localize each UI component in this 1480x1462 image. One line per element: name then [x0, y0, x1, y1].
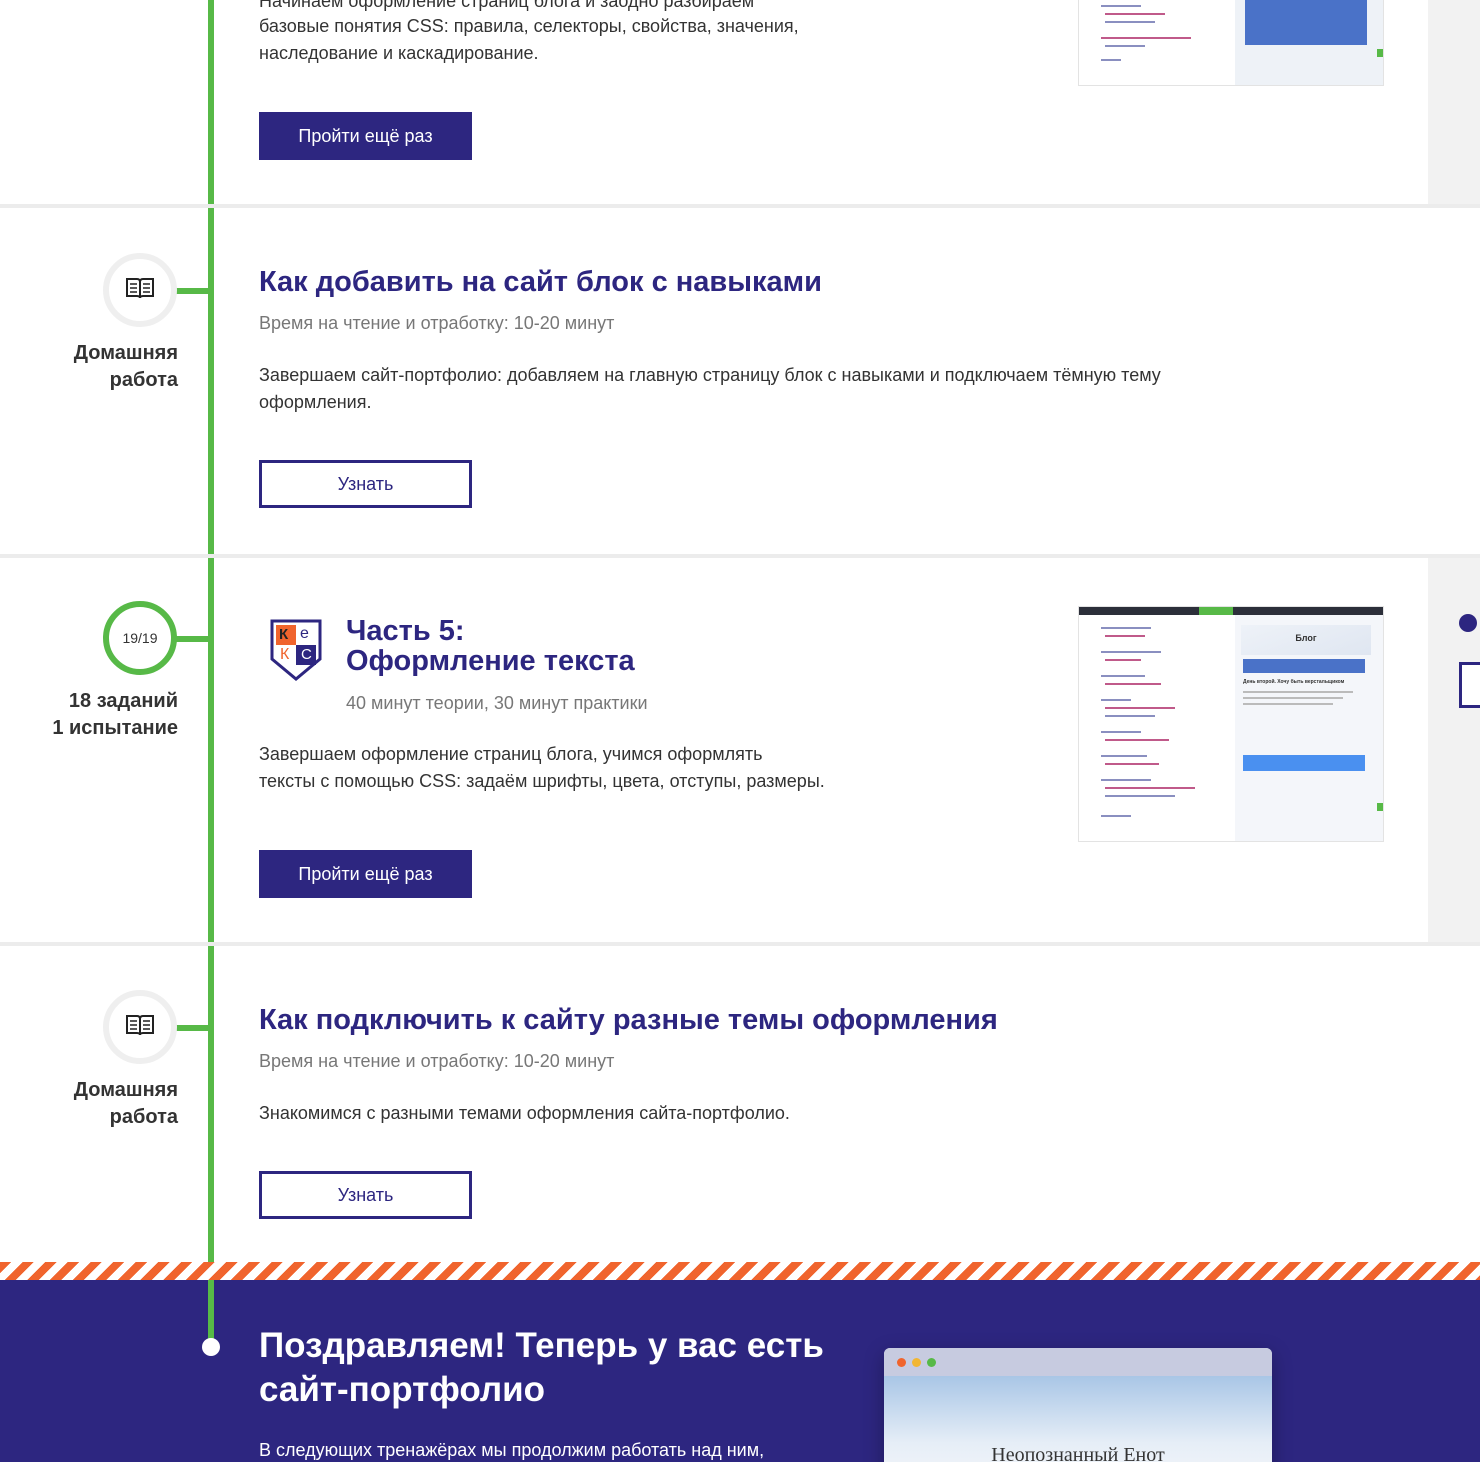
- tasks-label: 18 заданий 1 испытание: [52, 690, 178, 739]
- retry-button[interactable]: Пройти ещё раз: [259, 112, 472, 160]
- preview-blog-title: Блог: [1295, 633, 1317, 643]
- logo-letter-k2: К: [280, 646, 290, 663]
- logo-letter-k1: К: [279, 626, 289, 643]
- homework-description-line-2: оформления.: [259, 392, 372, 412]
- timeline-connector: [172, 1025, 210, 1031]
- portfolio-preview-window: Неопознанный Енот: [884, 1348, 1272, 1462]
- window-maximize-dot: [927, 1358, 936, 1367]
- homework-title[interactable]: Как добавить на сайт блок с навыками: [259, 266, 822, 299]
- timeline-connector: [172, 288, 210, 294]
- part-description-line-2: наследование и каскадирование.: [259, 43, 539, 63]
- keks-logo: К е К С: [270, 619, 322, 681]
- timeline-line-segment: [208, 946, 214, 1262]
- course-part-5: 19/19 18 заданий 1 испытание К е К С Час…: [0, 558, 1480, 942]
- timeline-connector: [172, 636, 210, 642]
- lesson-preview-image: Блог День второй. Хочу быть верстальщико…: [1078, 606, 1384, 842]
- completion-banner: Поздравляем! Теперь у вас есть сайт-порт…: [0, 1262, 1480, 1462]
- window-close-dot: [897, 1358, 906, 1367]
- logo-letter-e: е: [300, 625, 309, 642]
- lesson-preview-image: [1078, 0, 1384, 86]
- progress-node: 19/19: [103, 601, 177, 675]
- side-panel: [1428, 0, 1480, 204]
- homework-label: Домашняя работа: [73, 1079, 178, 1128]
- timeline-end-dot: [202, 1338, 220, 1356]
- window-minimize-dot: [912, 1358, 921, 1367]
- part-description-line-2: тексты с помощью CSS: задаём шрифты, цве…: [259, 771, 825, 791]
- preview-post-heading: День второй. Хочу быть верстальщиком: [1243, 679, 1345, 685]
- completion-description: В следующих тренажёрах мы продолжим рабо…: [259, 1440, 765, 1460]
- retry-button[interactable]: Пройти ещё раз: [259, 850, 472, 898]
- side-box: [1459, 662, 1480, 708]
- homework-themes-block: Домашняя работа Как подключить к сайту р…: [0, 946, 1480, 1262]
- book-icon: [125, 276, 155, 305]
- homework-node: [103, 253, 177, 327]
- homework-node: [103, 990, 177, 1064]
- completion-title: Поздравляем! Теперь у вас есть сайт-порт…: [259, 1326, 824, 1409]
- timeline-line-segment: [208, 208, 214, 554]
- learn-button[interactable]: Узнать: [259, 1171, 472, 1219]
- learn-button[interactable]: Узнать: [259, 460, 472, 508]
- course-part-previous: Начинаем оформление страниц блога и заод…: [0, 0, 1480, 204]
- timeline-line-segment: [208, 558, 214, 942]
- logo-letter-s: С: [301, 646, 312, 663]
- part-description-line-1: Завершаем оформление страниц блога, учим…: [259, 744, 763, 764]
- homework-title[interactable]: Как подключить к сайту разные темы оформ…: [259, 1004, 998, 1037]
- homework-skills-block: Домашняя работа Как добавить на сайт бло…: [0, 208, 1480, 554]
- timeline-line-segment: [208, 0, 214, 204]
- homework-description: Знакомимся с разными темами оформления с…: [259, 1103, 790, 1123]
- homework-duration: Время на чтение и отработку: 10-20 минут: [259, 1051, 615, 1071]
- part-duration: 40 минут теории, 30 минут практики: [346, 693, 648, 713]
- homework-duration: Время на чтение и отработку: 10-20 минут: [259, 313, 615, 333]
- striped-border: [0, 1262, 1480, 1280]
- part-title-line-1[interactable]: Часть 5:: [346, 616, 465, 646]
- homework-label: Домашняя работа: [73, 342, 178, 391]
- part-title-line-2[interactable]: Оформление текста: [346, 646, 635, 676]
- part-description-line-1: базовые понятия CSS: правила, селекторы,…: [259, 16, 799, 36]
- preview-site-name: Неопознанный Енот: [991, 1444, 1165, 1462]
- side-dot: [1459, 614, 1477, 632]
- homework-description-line-1: Завершаем сайт-портфолио: добавляем на г…: [259, 365, 1161, 385]
- progress-count: 19/19: [122, 630, 158, 646]
- book-icon: [125, 1013, 155, 1042]
